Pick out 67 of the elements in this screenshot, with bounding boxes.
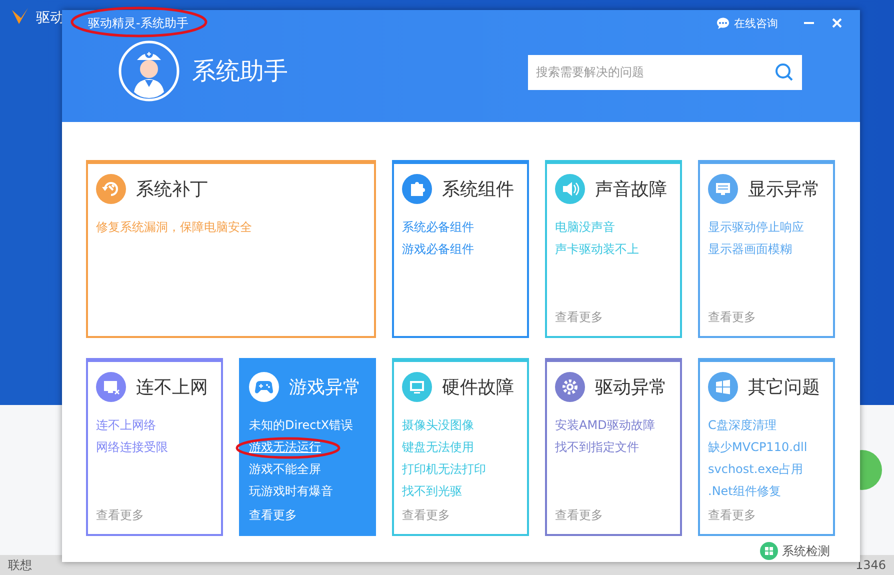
card-title: 连不上网: [136, 376, 208, 399]
problem-link[interactable]: 显示器画面模糊: [708, 238, 792, 260]
gamepad-icon: [249, 372, 279, 402]
windows-logo-icon: [708, 372, 738, 402]
card-title: 驱动异常: [595, 376, 667, 399]
problem-link[interactable]: 打印机无法打印: [402, 458, 486, 480]
window-title: 驱动精灵-系统助手: [88, 14, 190, 32]
problem-link[interactable]: 摄像头没图像: [402, 414, 474, 436]
problem-link[interactable]: C盘深度清理: [708, 414, 776, 436]
problem-link[interactable]: 显示驱动停止响应: [708, 216, 804, 238]
problem-link[interactable]: 游戏不能全屏: [249, 458, 321, 480]
category-card[interactable]: 连不上网 连不上网络 网络连接受限 查看更多: [86, 358, 223, 536]
monitor-icon: [402, 372, 432, 402]
problem-link[interactable]: 找不到指定文件: [555, 436, 639, 458]
category-card[interactable]: 系统补丁 修复系统漏洞，保障电脑安全: [86, 160, 376, 338]
problem-link[interactable]: 声卡驱动装不上: [555, 238, 639, 260]
view-more-link[interactable]: 查看更多: [708, 507, 756, 524]
category-card[interactable]: 硬件故障 摄像头没图像 键盘无法使用 打印机无法打印 找不到光驱 查看更多: [392, 358, 529, 536]
view-more-link[interactable]: 查看更多: [402, 507, 450, 524]
status-text: 联想: [8, 556, 32, 574]
problem-link[interactable]: 找不到光驱: [402, 480, 462, 502]
chat-bubble-icon: [716, 16, 730, 30]
online-help-link[interactable]: 在线咨询: [716, 16, 778, 30]
view-more-link[interactable]: 查看更多: [249, 507, 297, 524]
problem-link[interactable]: 电脑没声音: [555, 216, 615, 238]
search-field[interactable]: 搜索需要解决的问题: [528, 54, 802, 90]
card-title: 硬件故障: [442, 376, 514, 399]
problem-link[interactable]: 连不上网络: [96, 414, 156, 436]
refresh-wrench-icon: [96, 174, 126, 204]
doctor-avatar-icon: [118, 40, 180, 102]
category-card[interactable]: 驱动异常 安装AMD驱动故障 找不到指定文件 查看更多: [545, 358, 682, 536]
view-more-link[interactable]: 查看更多: [96, 507, 144, 524]
monitor-icon: [708, 174, 738, 204]
category-card[interactable]: 系统组件 系统必备组件 游戏必备组件: [392, 160, 529, 338]
gear-icon: [555, 372, 585, 402]
problem-link[interactable]: 键盘无法使用: [402, 436, 474, 458]
category-card[interactable]: 其它问题 C盘深度清理 缺少MVCP110.dll svchost.exe占用 .Net组件修复 查看更多: [698, 358, 835, 536]
category-card[interactable]: 显示异常 显示驱动停止响应 显示器画面模糊 查看更多: [698, 160, 835, 338]
problem-link[interactable]: 玩游戏时有爆音: [249, 480, 333, 502]
card-title: 其它问题: [748, 376, 820, 399]
view-more-link[interactable]: 查看更多: [555, 309, 603, 326]
card-title: 系统组件: [442, 178, 514, 201]
card-title: 系统补丁: [136, 178, 208, 201]
card-title: 声音故障: [595, 178, 667, 201]
problem-link[interactable]: 缺少MVCP110.dll: [708, 436, 808, 458]
category-card[interactable]: 声音故障 电脑没声音 声卡驱动装不上 查看更多: [545, 160, 682, 338]
puzzle-icon: [402, 174, 432, 204]
problem-link[interactable]: 安装AMD驱动故障: [555, 414, 655, 436]
problem-link[interactable]: svchost.exe占用: [708, 458, 803, 480]
problem-link[interactable]: 游戏必备组件: [402, 238, 474, 260]
problem-link[interactable]: 系统必备组件: [402, 216, 474, 238]
search-icon[interactable]: [775, 62, 793, 80]
system-check-button[interactable]: 系统检测: [760, 542, 830, 560]
card-title: 显示异常: [748, 178, 820, 201]
page-heading: 系统助手: [192, 56, 289, 87]
monitor-disconnected-icon: [96, 372, 126, 402]
version-text: 1346: [855, 558, 886, 572]
view-more-link[interactable]: 查看更多: [555, 507, 603, 524]
category-card[interactable]: 游戏异常 未知的DirectX错误 游戏无法运行 游戏不能全屏 玩游戏时有爆音 查看更多: [239, 358, 376, 536]
problem-link[interactable]: .Net组件修复: [708, 480, 781, 502]
speaker-icon: [555, 174, 585, 204]
leaf-logo-icon: [10, 6, 30, 26]
view-more-link[interactable]: 查看更多: [708, 309, 756, 326]
problem-link[interactable]: 未知的DirectX错误: [249, 414, 354, 436]
problem-link[interactable]: 网络连接受限: [96, 436, 168, 458]
problem-link[interactable]: 修复系统漏洞，保障电脑安全: [96, 216, 252, 238]
card-title: 游戏异常: [289, 376, 361, 399]
